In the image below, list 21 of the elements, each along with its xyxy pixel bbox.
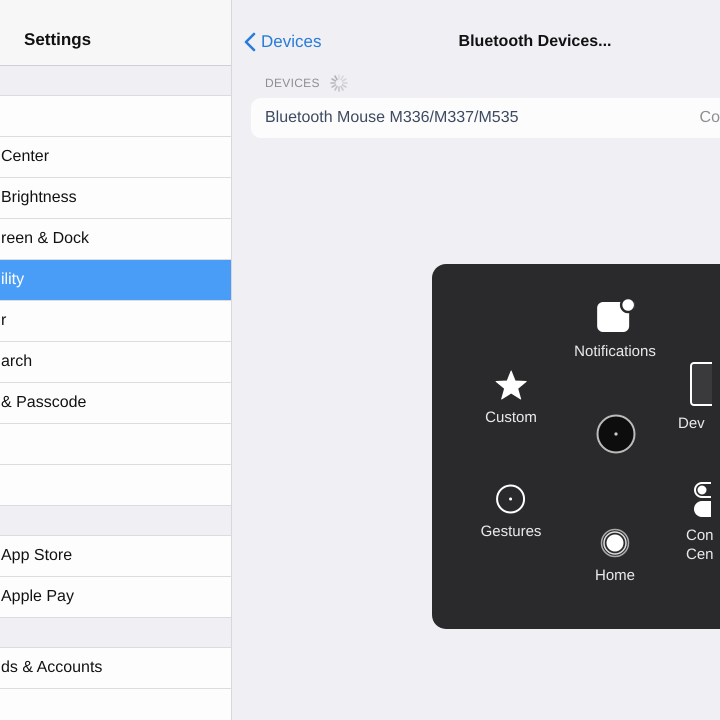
gesture-circle-icon (496, 484, 526, 514)
device-row[interactable]: Bluetooth Mouse M336/M337/M535 Co (251, 98, 720, 138)
home-button-icon (600, 528, 630, 558)
sidebar-title: Settings (24, 30, 92, 50)
menu-center-button[interactable] (596, 414, 636, 454)
back-button[interactable]: Devices (244, 32, 322, 52)
menu-label[interactable]: Con Cen (686, 526, 714, 564)
menu-label[interactable]: Gestures (480, 522, 542, 541)
notification-icon (596, 298, 634, 334)
menu-label[interactable]: Home (595, 566, 635, 585)
toggle-switches-icon (694, 482, 711, 518)
menu-label[interactable]: Custom (485, 408, 537, 427)
star-icon (495, 370, 527, 400)
page-title: Bluetooth Devices... (458, 33, 612, 51)
menu-label[interactable]: Notifications (574, 342, 656, 361)
tablet-icon (690, 362, 712, 406)
device-name: Bluetooth Mouse M336/M337/M535 (265, 109, 518, 127)
menu-label[interactable]: Dev (678, 414, 705, 433)
device-status: Co (700, 109, 720, 127)
chevron-left-icon (244, 32, 256, 52)
section-header: DEVICES (265, 76, 320, 90)
